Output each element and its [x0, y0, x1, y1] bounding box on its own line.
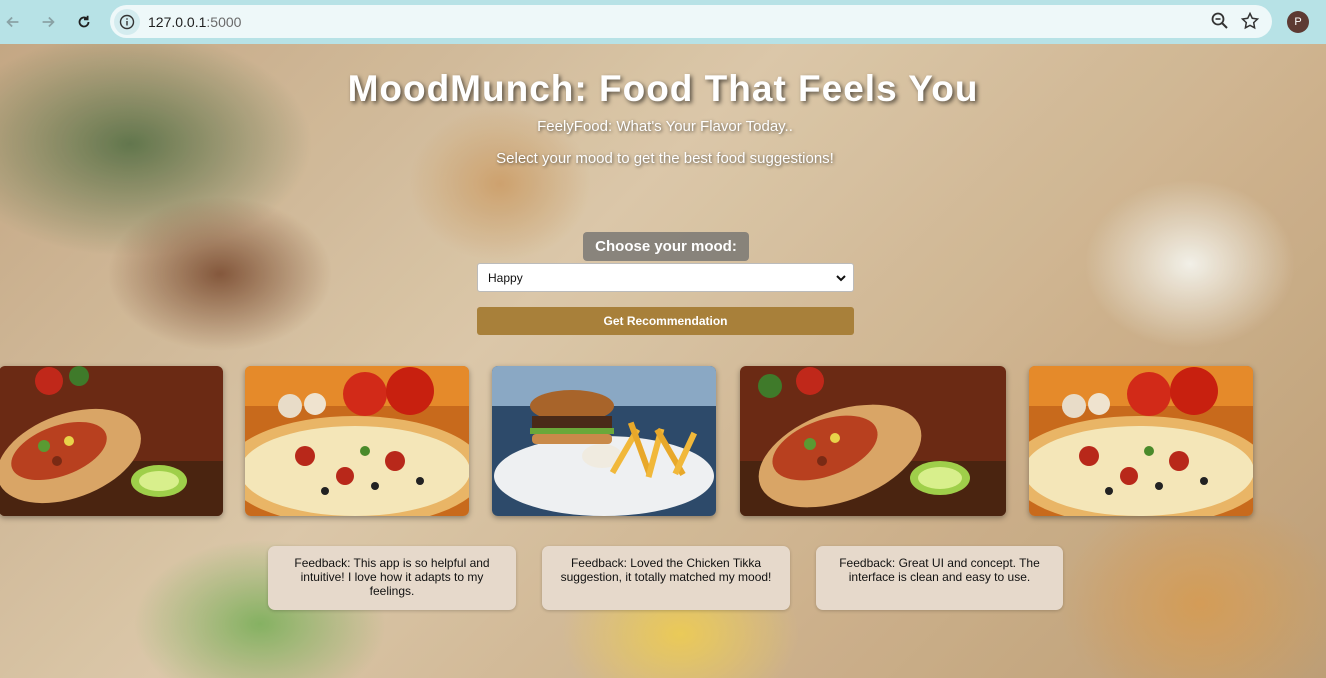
page-background: MoodMunch: Food That Feels You FeelyFood…	[0, 44, 1326, 678]
wrap-image	[740, 366, 1006, 516]
mood-select[interactable]: Happy	[477, 263, 854, 292]
browser-toolbar: 127.0.0.1:5000 P	[0, 0, 1326, 44]
pizza-image	[245, 366, 469, 516]
reload-button[interactable]	[66, 4, 102, 40]
zoom-icon[interactable]	[1210, 11, 1230, 31]
burger-fries-image	[492, 366, 716, 516]
page-instructions: Select your mood to get the best food su…	[496, 150, 834, 167]
feedback-card: Feedback: Loved the Chicken Tikka sugges…	[542, 546, 790, 610]
food-card-pizza[interactable]	[245, 366, 469, 516]
food-card-wrap[interactable]	[0, 366, 223, 516]
star-icon[interactable]	[1240, 11, 1260, 31]
url-text: 127.0.0.1:5000	[148, 13, 242, 30]
food-card-wrap-2[interactable]	[740, 366, 1006, 516]
arrow-right-icon	[42, 16, 55, 28]
site-info-icon[interactable]	[114, 8, 140, 35]
wrap-image	[0, 366, 223, 516]
food-card-pizza-2[interactable]	[1029, 366, 1253, 516]
page-subtitle: FeelyFood: What's Your Flavor Today..	[537, 118, 793, 135]
feedback-card: Feedback: This app is so helpful and int…	[268, 546, 516, 610]
get-recommendation-button[interactable]: Get Recommendation	[477, 307, 854, 335]
reload-icon	[78, 15, 90, 28]
pizza-image	[1029, 366, 1253, 516]
page-title: MoodMunch: Food That Feels You	[347, 68, 979, 109]
address-bar[interactable]: 127.0.0.1:5000	[110, 5, 1272, 38]
mood-selected-value: Happy	[488, 270, 523, 285]
food-card-burger[interactable]	[492, 366, 716, 516]
arrow-left-icon	[6, 16, 19, 28]
feedback-card: Feedback: Great UI and concept. The inte…	[816, 546, 1063, 610]
back-button[interactable]	[0, 4, 31, 40]
chevron-down-icon	[836, 275, 846, 282]
mood-label: Choose your mood:	[583, 232, 749, 261]
forward-button[interactable]	[30, 4, 66, 40]
profile-avatar[interactable]: P	[1287, 11, 1309, 33]
